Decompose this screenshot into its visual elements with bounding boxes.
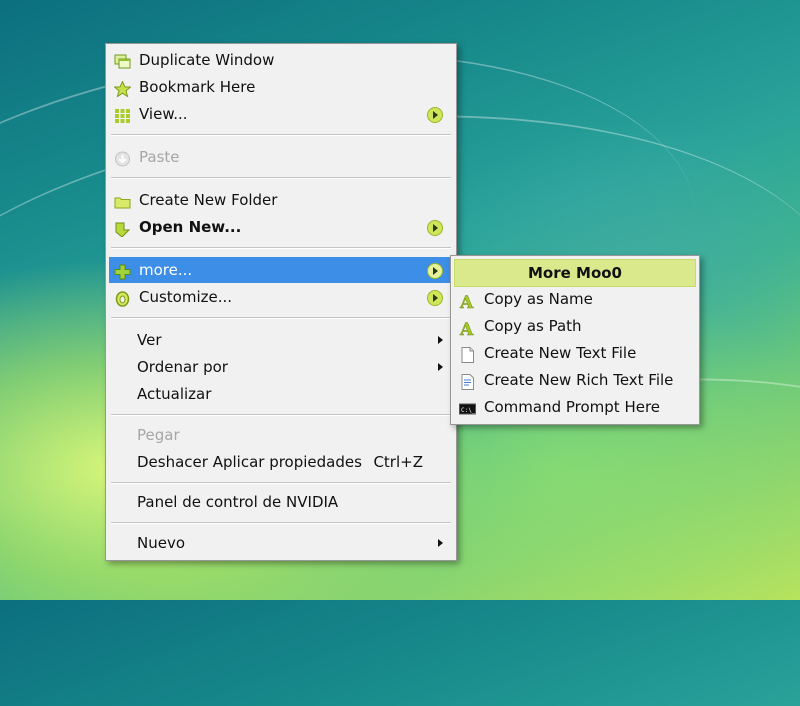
menu-item-label: more... <box>139 261 193 279</box>
menu-item-copy-as-path[interactable]: A Copy as Path <box>454 313 696 341</box>
letter-a-icon: A <box>459 318 476 341</box>
command-prompt-icon: C:\_ <box>459 399 476 415</box>
menu-item-command-prompt-here[interactable]: C:\_ Command Prompt Here <box>454 394 696 420</box>
paste-icon <box>114 149 131 167</box>
shortcut-label: Ctrl+Z <box>373 453 423 471</box>
menu-item-open-new[interactable]: Open New... <box>109 214 453 240</box>
open-new-icon <box>114 219 131 238</box>
menu-item-label: Command Prompt Here <box>484 398 661 416</box>
menu-item-ordenar-por[interactable]: Ordenar por <box>109 354 453 380</box>
menu-item-deshacer[interactable]: Deshacer Aplicar propiedades Ctrl+Z <box>109 449 453 475</box>
menu-item-nvidia-control-panel[interactable]: Panel de control de NVIDIA <box>109 489 453 515</box>
menu-item-label: Actualizar <box>137 385 212 403</box>
menu-item-label: Create New Rich Text File <box>484 371 674 389</box>
menu-item-create-new-text-file[interactable]: Create New Text File <box>454 340 696 366</box>
menu-item-actualizar[interactable]: Actualizar <box>109 381 453 407</box>
menu-item-paste[interactable]: Paste <box>109 144 453 170</box>
submenu-arrow-icon <box>427 107 443 123</box>
menu-item-label: Copy as Path <box>484 317 582 335</box>
menu-item-label: Open New... <box>139 218 242 236</box>
menu-separator <box>111 317 451 319</box>
letter-a-icon: A <box>459 291 476 314</box>
submenu-arrow-icon <box>427 220 443 236</box>
menu-item-label: Panel de control de NVIDIA <box>137 493 339 511</box>
submenu-arrow-icon <box>427 263 443 279</box>
menu-separator <box>111 247 451 249</box>
menu-item-label: Copy as Name <box>484 290 593 308</box>
submenu-arrow-icon <box>427 290 443 306</box>
menu-item-copy-as-name[interactable]: A Copy as Name <box>454 286 696 314</box>
menu-item-bookmark-here[interactable]: Bookmark Here <box>109 74 453 100</box>
menu-item-label: Bookmark Here <box>139 78 256 96</box>
menu-item-label: Ver <box>137 331 162 349</box>
menu-item-nuevo[interactable]: Nuevo <box>109 530 453 556</box>
menu-item-label: Create New Text File <box>484 344 637 362</box>
menu-item-label: Nuevo <box>137 534 186 552</box>
svg-text:C:\_: C:\_ <box>461 407 476 414</box>
menu-separator <box>111 482 451 484</box>
menu-item-ver[interactable]: Ver <box>109 327 453 353</box>
menu-item-label: Paste <box>139 148 180 166</box>
menu-item-duplicate-window[interactable]: Duplicate Window <box>109 47 453 73</box>
rich-text-file-icon <box>459 372 476 390</box>
menu-item-create-new-folder[interactable]: Create New Folder <box>109 187 453 213</box>
menu-item-more[interactable]: more... <box>109 257 453 283</box>
duplicate-window-icon <box>114 52 131 69</box>
menu-separator <box>111 177 451 179</box>
svg-text:A: A <box>459 293 474 309</box>
submenu-arrow-icon <box>438 539 443 547</box>
submenu-header: More Moo0 <box>454 259 696 287</box>
menu-item-customize[interactable]: Customize... <box>109 284 453 310</box>
grid-view-icon <box>114 106 131 123</box>
menu-separator <box>111 134 451 136</box>
menu-item-label: Create New Folder <box>139 191 278 209</box>
menu-item-label: Duplicate Window <box>139 51 275 69</box>
folder-icon <box>114 192 131 209</box>
text-file-icon <box>459 345 476 363</box>
menu-item-view[interactable]: View... <box>109 101 453 127</box>
menu-item-pegar[interactable]: Pegar <box>109 422 453 448</box>
more-moo0-submenu: More Moo0 A Copy as Name A Copy as Path … <box>450 255 700 425</box>
menu-item-label: Deshacer Aplicar propiedades <box>137 453 362 471</box>
menu-item-label: Ordenar por <box>137 358 228 376</box>
menu-item-create-new-rich-text-file[interactable]: Create New Rich Text File <box>454 367 696 393</box>
submenu-arrow-icon <box>438 336 443 344</box>
plus-icon <box>114 262 131 280</box>
star-icon <box>113 79 132 98</box>
context-menu: Duplicate Window Bookmark Here View... P… <box>105 43 457 561</box>
menu-item-label: Pegar <box>137 426 180 444</box>
menu-separator <box>111 522 451 524</box>
menu-item-label: Customize... <box>139 288 233 306</box>
menu-item-label: View... <box>139 105 188 123</box>
svg-text:A: A <box>459 320 474 336</box>
menu-separator <box>111 414 451 416</box>
submenu-arrow-icon <box>438 363 443 371</box>
customize-icon <box>114 289 131 307</box>
